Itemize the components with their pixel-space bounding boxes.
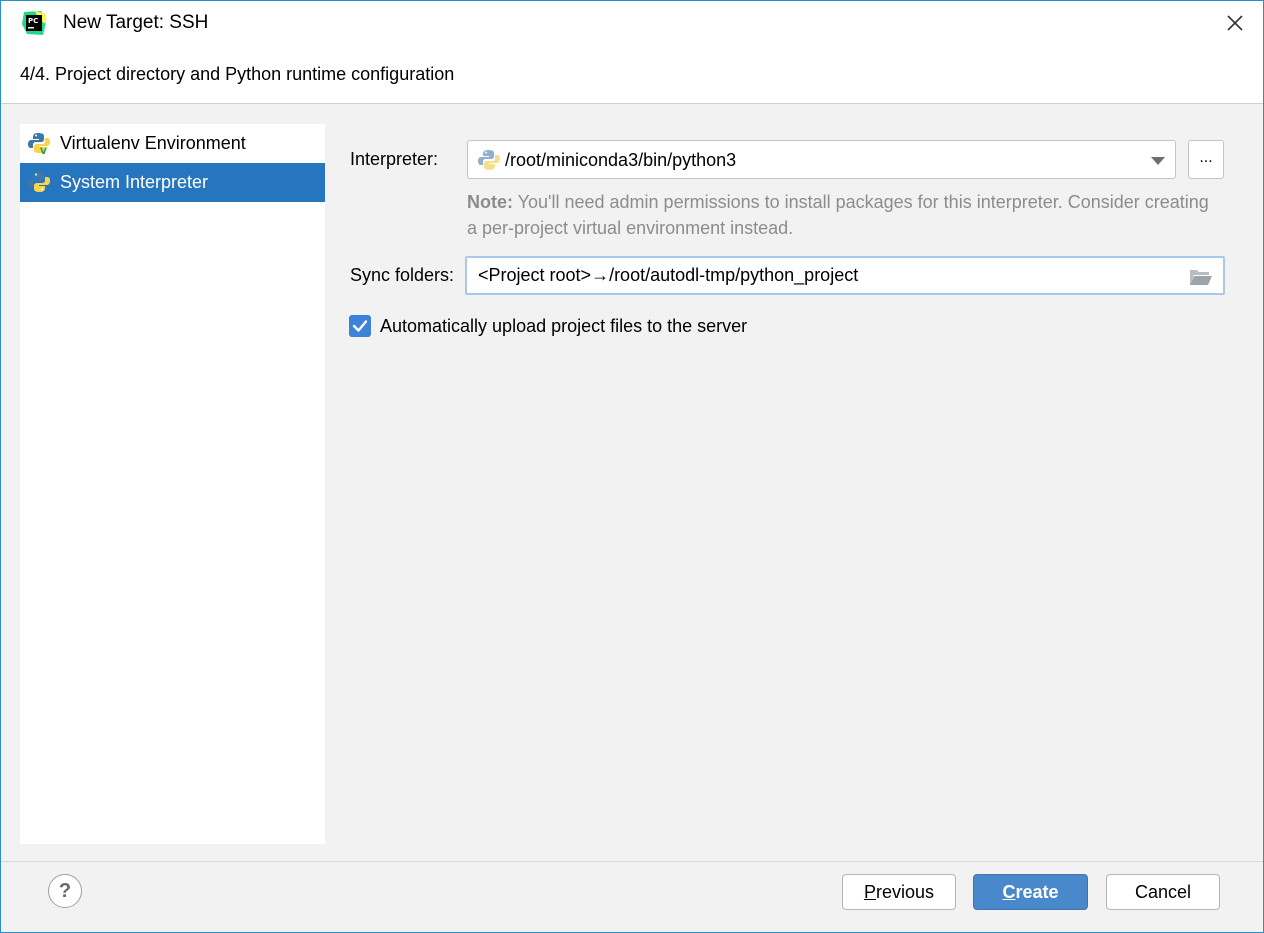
auto-upload-checkbox[interactable] (349, 315, 371, 337)
dialog-window: PC New Target: SSH 4/4. Project director… (0, 0, 1264, 933)
close-icon (1227, 15, 1243, 31)
sync-folders-value: <Project root>→/root/autodl-tmp/python_p… (478, 265, 859, 285)
previous-button[interactable]: Previous (842, 874, 956, 910)
svg-text:V: V (40, 147, 47, 154)
create-mnemonic: C (1002, 882, 1016, 902)
chevron-down-icon (1151, 157, 1165, 165)
pycharm-logo-icon: PC (22, 11, 46, 35)
python-icon (478, 150, 500, 170)
step-title: 4/4. Project directory and Python runtim… (20, 64, 455, 84)
sidebar-item-system-interpreter[interactable]: System Interpreter (20, 163, 325, 202)
python-icon (28, 172, 50, 192)
footer-divider (1, 861, 1263, 862)
checkmark-icon (352, 320, 368, 332)
note-prefix: Note: (467, 192, 513, 212)
admin-permissions-note: Note: You'll need admin permissions to i… (467, 189, 1217, 241)
cancel-button[interactable]: Cancel (1106, 874, 1220, 910)
sidebar-item-virtualenv[interactable]: V Virtualenv Environment (20, 124, 325, 163)
python-virtualenv-icon: V (28, 133, 50, 154)
folder-open-icon[interactable] (1189, 267, 1213, 287)
create-button[interactable]: Create (973, 874, 1088, 910)
sidebar-item-label: Virtualenv Environment (60, 133, 246, 153)
browse-interpreter-button[interactable]: ... (1188, 140, 1224, 179)
sidebar-item-label: System Interpreter (60, 172, 209, 192)
environment-type-list: V Virtualenv Environment System Interpre… (20, 124, 325, 844)
interpreter-dropdown[interactable]: /root/miniconda3/bin/python3 (467, 140, 1176, 179)
step-header: 4/4. Project directory and Python runtim… (1, 45, 1263, 104)
title-bar: PC New Target: SSH (1, 1, 1263, 45)
help-button[interactable]: ? (48, 874, 82, 908)
create-label-rest: reate (1015, 882, 1059, 902)
svg-text:PC: PC (28, 17, 38, 25)
previous-label-rest: revious (875, 882, 935, 902)
sync-folders-label: Sync folders: (350, 265, 455, 285)
window-title: New Target: SSH (63, 12, 209, 33)
sync-folders-field[interactable]: <Project root>→/root/autodl-tmp/python_p… (465, 256, 1225, 295)
auto-upload-label[interactable]: Automatically upload project files to th… (380, 316, 747, 337)
previous-mnemonic: P (863, 882, 876, 902)
close-button[interactable] (1221, 9, 1249, 37)
interpreter-value: /root/miniconda3/bin/python3 (505, 150, 737, 170)
note-text: You'll need admin permissions to install… (467, 192, 1209, 238)
interpreter-label: Interpreter: (350, 149, 439, 169)
